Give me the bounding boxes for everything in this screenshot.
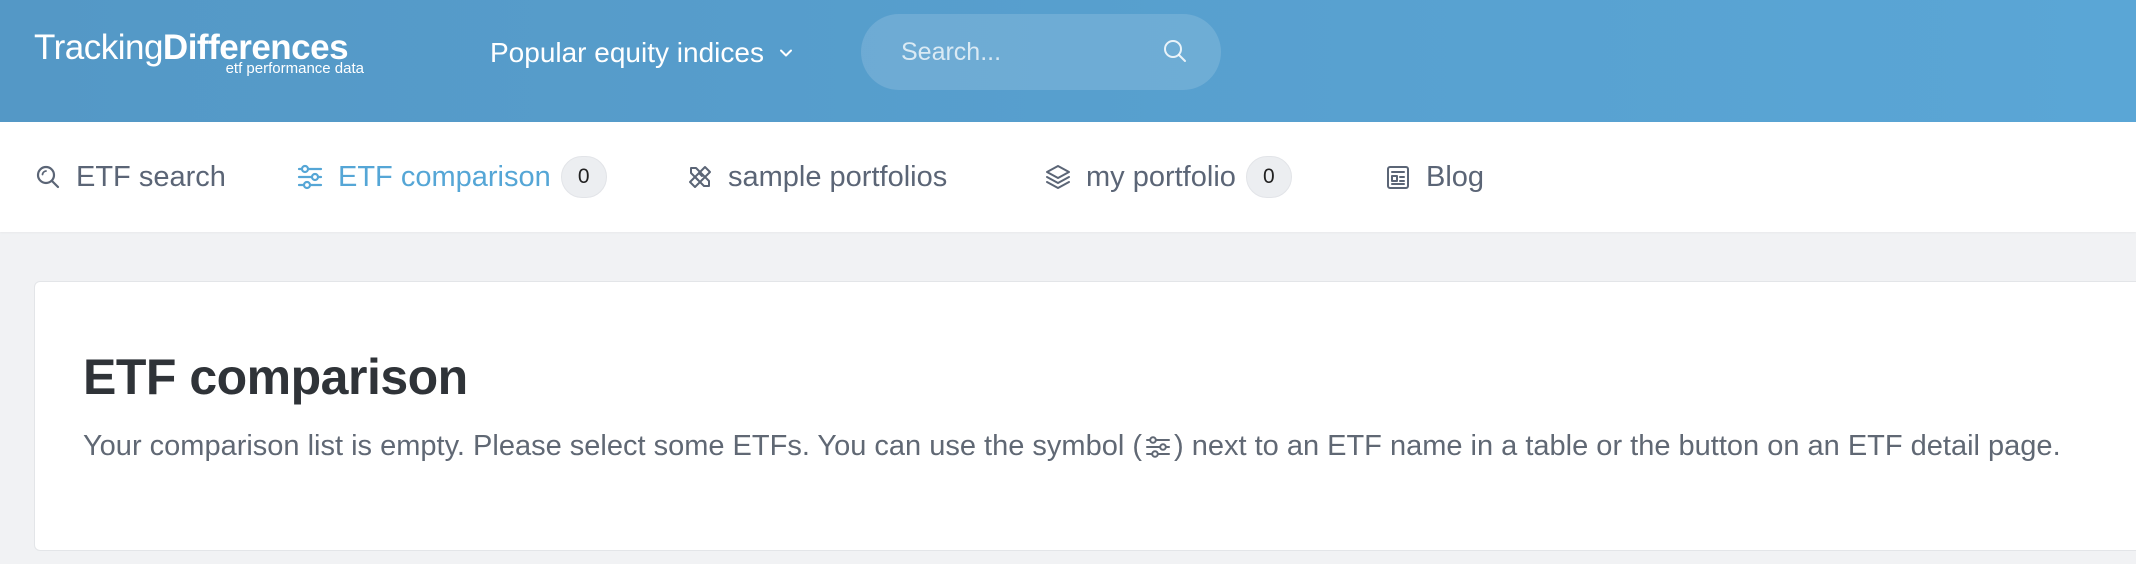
search-input[interactable] [901, 32, 1151, 72]
logo-wordmark-light: Tracking [34, 28, 163, 67]
search-icon [36, 165, 60, 189]
nav-item-etf-comparison[interactable]: ETF comparison 0 [296, 122, 607, 232]
comparison-count-badge: 0 [560, 156, 607, 198]
search-icon[interactable] [1162, 38, 1188, 64]
nav-item-label: sample portfolios [728, 160, 948, 193]
nav-item-label: Blog [1426, 160, 1485, 193]
page-title: ETF comparison [83, 349, 468, 405]
nav-item-my-portfolio[interactable]: my portfolio 0 [1044, 122, 1292, 232]
nav-item-etf-search[interactable]: ETF search [34, 122, 226, 232]
main-nav: ETF search ETF comparison 0 sample portf… [0, 122, 2136, 232]
popular-indices-dropdown[interactable]: Popular equity indices [490, 30, 794, 76]
sliders-icon [1145, 435, 1170, 458]
chevron-down-icon [779, 49, 792, 57]
nav-item-sample-portfolios[interactable]: sample portfolios [686, 122, 947, 232]
comparison-card: ETF comparison Your comparison list is e… [34, 281, 2136, 551]
site-logo[interactable]: TrackingDifferences etf performance data [34, 28, 364, 82]
news-icon [1387, 166, 1409, 189]
top-header: TrackingDifferences etf performance data… [0, 0, 2136, 122]
nav-item-blog[interactable]: Blog [1384, 122, 1484, 232]
nav-item-label: my portfolio [1086, 160, 1236, 193]
empty-message-text-start: Your comparison list is empty. Please se… [83, 430, 1142, 462]
empty-message-text-end: ) next to an ETF name in a table or the … [1173, 430, 2061, 462]
layers-icon [1046, 165, 1070, 189]
portfolio-count-badge: 0 [1245, 156, 1292, 198]
logo-tagline: etf performance data [225, 60, 364, 77]
nav-item-label: ETF search [76, 160, 226, 193]
popular-indices-label: Popular equity indices [490, 37, 764, 68]
sliders-icon [297, 164, 323, 190]
nav-item-label: ETF comparison [338, 160, 551, 193]
empty-comparison-message: Your comparison list is empty. Please se… [83, 430, 2061, 463]
ruler-pencil-icon [689, 166, 711, 188]
